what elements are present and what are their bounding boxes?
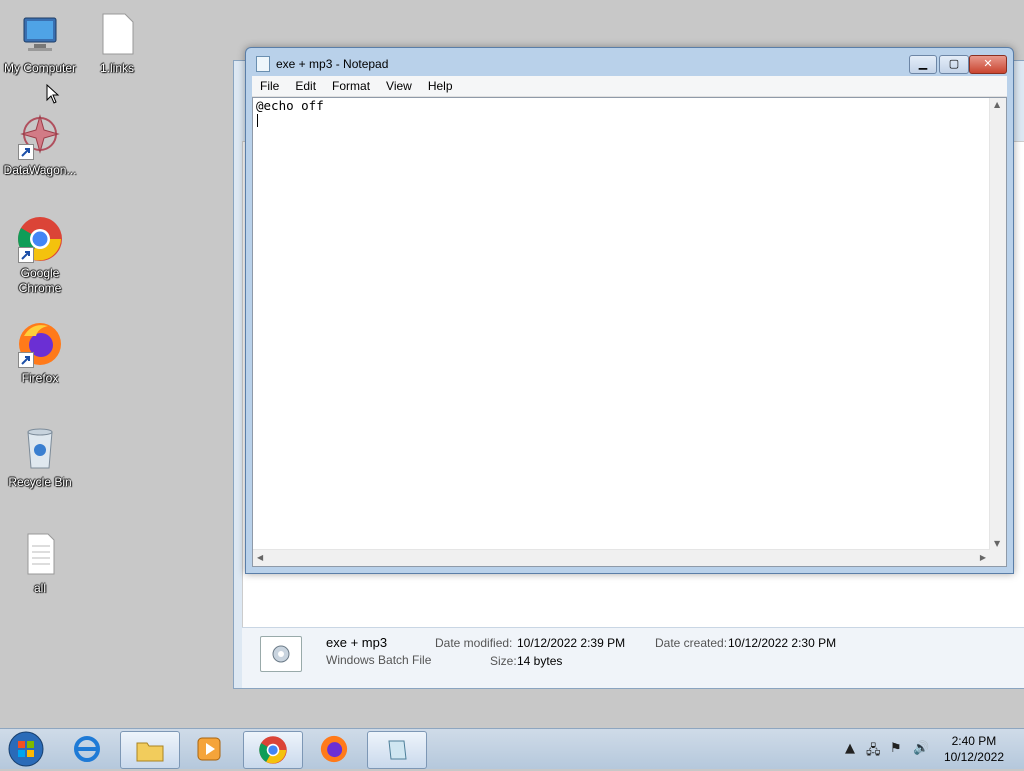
- desktop-icon-label: all: [33, 581, 46, 595]
- clock-date: 10/12/2022: [943, 750, 1004, 764]
- desktop-icon-label: Google Chrome: [18, 266, 62, 295]
- scroll-down-arrow-icon[interactable]: ▼: [994, 539, 1000, 548]
- details-date-created-label: Date created:: [655, 636, 728, 650]
- minimize-button[interactable]: ▁: [909, 55, 937, 74]
- text-caret: [257, 114, 258, 127]
- taskbar-notepad[interactable]: [367, 731, 427, 769]
- taskbar: ▲ 🖧 ⚑ 🔊 2:40 PM 10/12/2022: [0, 728, 1024, 769]
- desktop-icon-google-chrome[interactable]: Google Chrome: [0, 215, 80, 296]
- explorer-details-pane: exe + mp3 Windows Batch File Date modifi…: [242, 627, 1024, 688]
- horizontal-scrollbar[interactable]: ◀ ▶: [253, 549, 990, 566]
- taskbar-internet-explorer[interactable]: [58, 731, 116, 767]
- menu-edit[interactable]: Edit: [287, 79, 324, 93]
- notepad-icon: [388, 740, 407, 760]
- details-date-modified: 10/12/2022 2:39 PM: [517, 636, 626, 650]
- scroll-right-arrow-icon[interactable]: ▶: [980, 553, 986, 562]
- shortcut-arrow-icon: [18, 144, 34, 160]
- shortcut-arrow-icon: [18, 352, 34, 368]
- desktop-icon-label: Recycle Bin: [8, 475, 72, 489]
- system-clock[interactable]: 2:40 PM 10/12/2022: [944, 733, 1004, 765]
- desktop-icon-links[interactable]: 1.links: [77, 10, 157, 76]
- clock-time: 2:40 PM: [951, 734, 997, 748]
- recycle-bin-icon: [16, 424, 64, 472]
- chrome-icon: [259, 736, 287, 764]
- desktop-icon-label: 1.links: [99, 61, 134, 75]
- details-file-type: Windows Batch File: [326, 653, 432, 667]
- desktop-icon-label: Firefox: [21, 371, 59, 385]
- text-editor[interactable]: @echo off ▲ ▼ ◀ ▶: [252, 97, 1007, 567]
- menu-format[interactable]: Format: [324, 79, 378, 93]
- notepad-window[interactable]: exe + mp3 - Notepad ▁ ▢ ✕ File Edit Form…: [245, 47, 1014, 574]
- text-file-icon: [16, 530, 64, 578]
- taskbar-media-player[interactable]: [180, 731, 238, 767]
- shortcut-arrow-icon: [18, 247, 34, 263]
- desktop-icon-my-computer[interactable]: My Computer: [0, 10, 80, 76]
- media-player-icon: [197, 737, 221, 761]
- volume-icon[interactable]: 🔊: [913, 741, 929, 756]
- desktop-icon-recycle-bin[interactable]: Recycle Bin: [0, 424, 80, 490]
- details-size-label: Size:: [490, 654, 517, 668]
- taskbar-firefox[interactable]: [305, 731, 363, 767]
- firefox-icon: [16, 320, 64, 368]
- title-bar[interactable]: exe + mp3 - Notepad: [256, 56, 388, 72]
- taskbar-file-explorer[interactable]: [120, 731, 180, 769]
- desktop-icon-all[interactable]: all: [0, 530, 80, 596]
- network-icon[interactable]: 🖧: [866, 741, 881, 763]
- details-date-modified-label: Date modified:: [435, 636, 513, 650]
- maximize-button[interactable]: ▢: [939, 55, 969, 74]
- desktop-icon-label: My Computer: [3, 61, 77, 75]
- menu-help[interactable]: Help: [420, 79, 461, 93]
- start-button[interactable]: [4, 730, 48, 768]
- vertical-scrollbar[interactable]: ▲ ▼: [989, 98, 1006, 550]
- details-file-name: exe + mp3: [326, 635, 388, 650]
- show-hidden-icons-icon[interactable]: ▲: [845, 741, 855, 756]
- scroll-up-arrow-icon[interactable]: ▲: [994, 100, 1000, 109]
- computer-icon: [16, 10, 64, 58]
- taskbar-google-chrome[interactable]: [243, 731, 303, 769]
- internet-explorer-icon: [74, 736, 100, 762]
- folder-icon: [136, 742, 164, 762]
- menu-view[interactable]: View: [378, 79, 420, 93]
- batch-file-gear-icon: [260, 636, 302, 672]
- text-file-icon: [93, 10, 141, 58]
- datawagon-icon: [16, 112, 64, 160]
- details-date-created: 10/12/2022 2:30 PM: [728, 636, 837, 650]
- editor-content: @echo off: [256, 98, 324, 113]
- desktop-icon-label: DataWagon...: [3, 163, 77, 177]
- menu-file[interactable]: File: [252, 79, 287, 93]
- details-size: 14 bytes: [517, 654, 563, 668]
- close-button[interactable]: ✕: [969, 55, 1007, 74]
- scroll-left-arrow-icon[interactable]: ◀: [257, 553, 263, 562]
- desktop-icon-firefox[interactable]: Firefox: [0, 320, 80, 386]
- chrome-icon: [16, 215, 64, 263]
- menu-bar: File Edit Format View Help: [252, 76, 1007, 97]
- notepad-icon: [256, 56, 270, 72]
- firefox-icon: [320, 735, 348, 763]
- action-center-flag-icon[interactable]: ⚑: [890, 741, 902, 756]
- window-title: exe + mp3 - Notepad: [276, 57, 389, 71]
- desktop-icon-datawagon[interactable]: DataWagon...: [0, 112, 80, 178]
- resize-grip-icon[interactable]: [990, 550, 1006, 566]
- mouse-pointer-icon: [46, 83, 60, 107]
